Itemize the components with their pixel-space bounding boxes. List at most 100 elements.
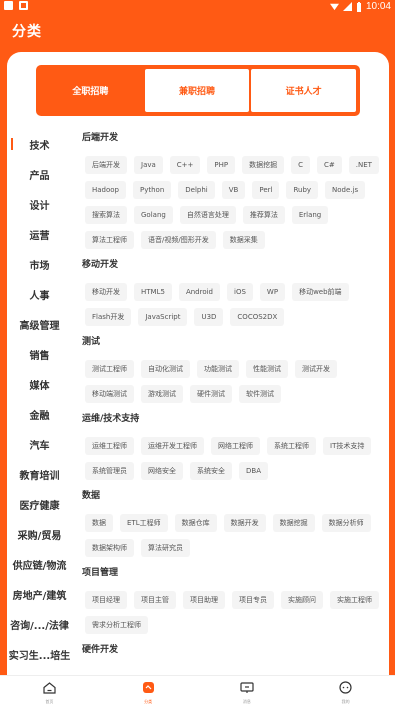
sidebar-item[interactable]: 实习生...培生 — [7, 639, 72, 669]
job-tag[interactable]: 数据采集 — [222, 231, 265, 249]
job-tag[interactable]: DBA — [239, 462, 268, 480]
job-tag[interactable]: 实施顾问 — [281, 591, 323, 609]
job-tag[interactable]: 后端开发 — [85, 156, 127, 174]
job-tag[interactable]: 测试开发 — [295, 360, 337, 378]
tag-list: 移动开发 HTML5 Android iOS WP 移动web前端 Flash开发 JavaS… — [82, 283, 382, 326]
sidebar-item[interactable]: 销售 — [7, 339, 72, 369]
job-tag[interactable]: 系统工程师 — [267, 437, 316, 455]
job-tag[interactable]: 运维开发工程师 — [141, 437, 204, 455]
job-tag[interactable]: Ruby — [286, 181, 319, 199]
job-tag[interactable]: Hadoop — [85, 181, 127, 199]
app-notification-icon — [19, 1, 28, 10]
sidebar-item[interactable]: 金融 — [7, 399, 72, 429]
job-tag[interactable]: 数据挖掘 — [242, 156, 285, 174]
job-tag[interactable]: Python — [133, 181, 172, 199]
job-tag[interactable]: Flash开发 — [85, 308, 132, 326]
job-tag[interactable]: PHP — [207, 156, 236, 174]
job-tag[interactable]: 算法工程师 — [85, 231, 134, 249]
job-tag[interactable]: 硬件测试 — [190, 385, 232, 403]
job-tag[interactable]: 功能测试 — [197, 360, 239, 378]
job-tag[interactable]: 数据架构师 — [85, 539, 134, 557]
job-tag[interactable]: Node.js — [325, 181, 366, 199]
job-tag[interactable]: HTML5 — [134, 283, 172, 301]
job-tag[interactable]: 项目专员 — [232, 591, 274, 609]
job-tag[interactable]: 实施工程师 — [330, 591, 379, 609]
signal-icon — [342, 2, 352, 11]
tag-list: 运维工程师 运维开发工程师 网络工程师 系统工程师 IT技术支持系统管理员 网络安全 系统安… — [82, 437, 382, 480]
job-tag[interactable]: 网络工程师 — [211, 437, 260, 455]
job-tag[interactable]: Erlang — [291, 206, 329, 224]
job-tag[interactable]: Golang — [134, 206, 173, 224]
job-tag[interactable]: WP — [259, 283, 286, 301]
section-title: 数据 — [82, 491, 101, 501]
sidebar-item[interactable]: 房地产/建筑 — [7, 579, 72, 609]
nav-category[interactable]: 分类 — [99, 676, 198, 707]
job-tag[interactable]: 软件测试 — [239, 385, 281, 403]
tab-parttime[interactable]: 兼职招聘 — [144, 69, 250, 112]
job-tag[interactable]: U3D — [194, 308, 224, 326]
sidebar-item[interactable]: 设计 — [7, 189, 72, 219]
job-type-tabs: 全职招聘 兼职招聘 证书人才 — [36, 65, 360, 116]
sidebar-item[interactable]: 供应链/物流 — [7, 549, 72, 579]
job-tag[interactable]: 自然语言处理 — [179, 206, 236, 224]
job-tag[interactable]: 系统管理员 — [85, 462, 134, 480]
notification-icon — [4, 1, 13, 10]
job-tag[interactable]: 运维工程师 — [85, 437, 134, 455]
sidebar-item[interactable]: 运营 — [7, 219, 72, 249]
job-tag[interactable]: 项目经理 — [85, 591, 127, 609]
job-tag[interactable]: iOS — [227, 283, 253, 301]
job-tag[interactable]: 移动端测试 — [85, 385, 134, 403]
job-tag[interactable]: .NET — [348, 156, 379, 174]
nav-profile[interactable]: 我的 — [296, 676, 395, 707]
job-tag[interactable]: 搜索算法 — [85, 206, 127, 224]
job-tag[interactable]: 算法研究员 — [141, 539, 190, 557]
sidebar-item[interactable]: 教育培训 — [7, 459, 72, 489]
tag-list: 数据 ETL工程师 数据仓库 数据开发 数据挖掘 数据分析师数据架构师 算法研究员 — [82, 514, 382, 557]
job-tag[interactable]: 数据挖掘 — [272, 514, 315, 532]
job-tag[interactable]: 移动开发 — [85, 283, 127, 301]
job-tag[interactable]: ETL工程师 — [120, 514, 168, 532]
sidebar-item[interactable]: 高级管理 — [7, 309, 72, 339]
tab-fulltime[interactable]: 全职招聘 — [38, 67, 143, 114]
sidebar-item[interactable]: 采购/贸易 — [7, 519, 72, 549]
job-tag[interactable]: C# — [317, 156, 342, 174]
sidebar-item[interactable]: 汽车 — [7, 429, 72, 459]
job-tag[interactable]: Perl — [252, 181, 280, 199]
job-tag[interactable]: Android — [178, 283, 221, 301]
job-tag[interactable]: 数据 — [85, 514, 113, 532]
job-tag[interactable]: 网络安全 — [141, 462, 183, 480]
job-tag[interactable]: COCOS2DX — [230, 308, 285, 326]
job-tag[interactable]: 移动web前端 — [292, 283, 349, 301]
job-tag[interactable]: JavaScript — [138, 308, 188, 326]
job-tag[interactable]: C++ — [169, 156, 201, 174]
job-tag[interactable]: C — [291, 156, 311, 174]
job-tag[interactable]: 自动化测试 — [141, 360, 190, 378]
nav-home[interactable]: 首页 — [0, 676, 99, 707]
sidebar-item[interactable]: 市场 — [7, 249, 72, 279]
nav-message[interactable]: 消息 — [198, 676, 297, 707]
sidebar-item[interactable]: 媒体 — [7, 369, 72, 399]
job-tag[interactable]: 游戏测试 — [141, 385, 183, 403]
job-tag[interactable]: VB — [221, 181, 246, 199]
sidebar-item[interactable]: 技术 — [7, 129, 72, 159]
job-tag[interactable]: 需求分析工程师 — [85, 616, 148, 634]
job-tag[interactable]: IT技术支持 — [323, 437, 372, 455]
job-tag[interactable]: 数据开发 — [223, 514, 266, 532]
job-tag[interactable]: 性能测试 — [246, 360, 288, 378]
job-tag[interactable]: 测试工程师 — [85, 360, 134, 378]
category-sidebar: 技术 产品 设计 运营 市场 人事 高级管理 销售 媒体 金融 汽车 教育培训 医疗健康 采购/贸易 供应链… — [7, 129, 72, 669]
job-tag[interactable]: 系统安全 — [190, 462, 232, 480]
job-tag[interactable]: 项目助理 — [183, 591, 225, 609]
job-tag[interactable]: Java — [134, 156, 163, 174]
job-tag[interactable]: 语音/视频/图形开发 — [141, 231, 216, 249]
job-tag[interactable]: 项目主管 — [134, 591, 176, 609]
job-tag[interactable]: 推荐算法 — [242, 206, 285, 224]
job-tag[interactable]: 数据分析师 — [321, 514, 371, 532]
sidebar-item[interactable]: 人事 — [7, 279, 72, 309]
sidebar-item[interactable]: 产品 — [7, 159, 72, 189]
tab-certificate[interactable]: 证书人才 — [251, 69, 357, 112]
job-tag[interactable]: Delphi — [178, 181, 215, 199]
sidebar-item[interactable]: 咨询/.../法律 — [7, 609, 72, 639]
job-tag[interactable]: 数据仓库 — [174, 514, 217, 532]
sidebar-item[interactable]: 医疗健康 — [7, 489, 72, 519]
